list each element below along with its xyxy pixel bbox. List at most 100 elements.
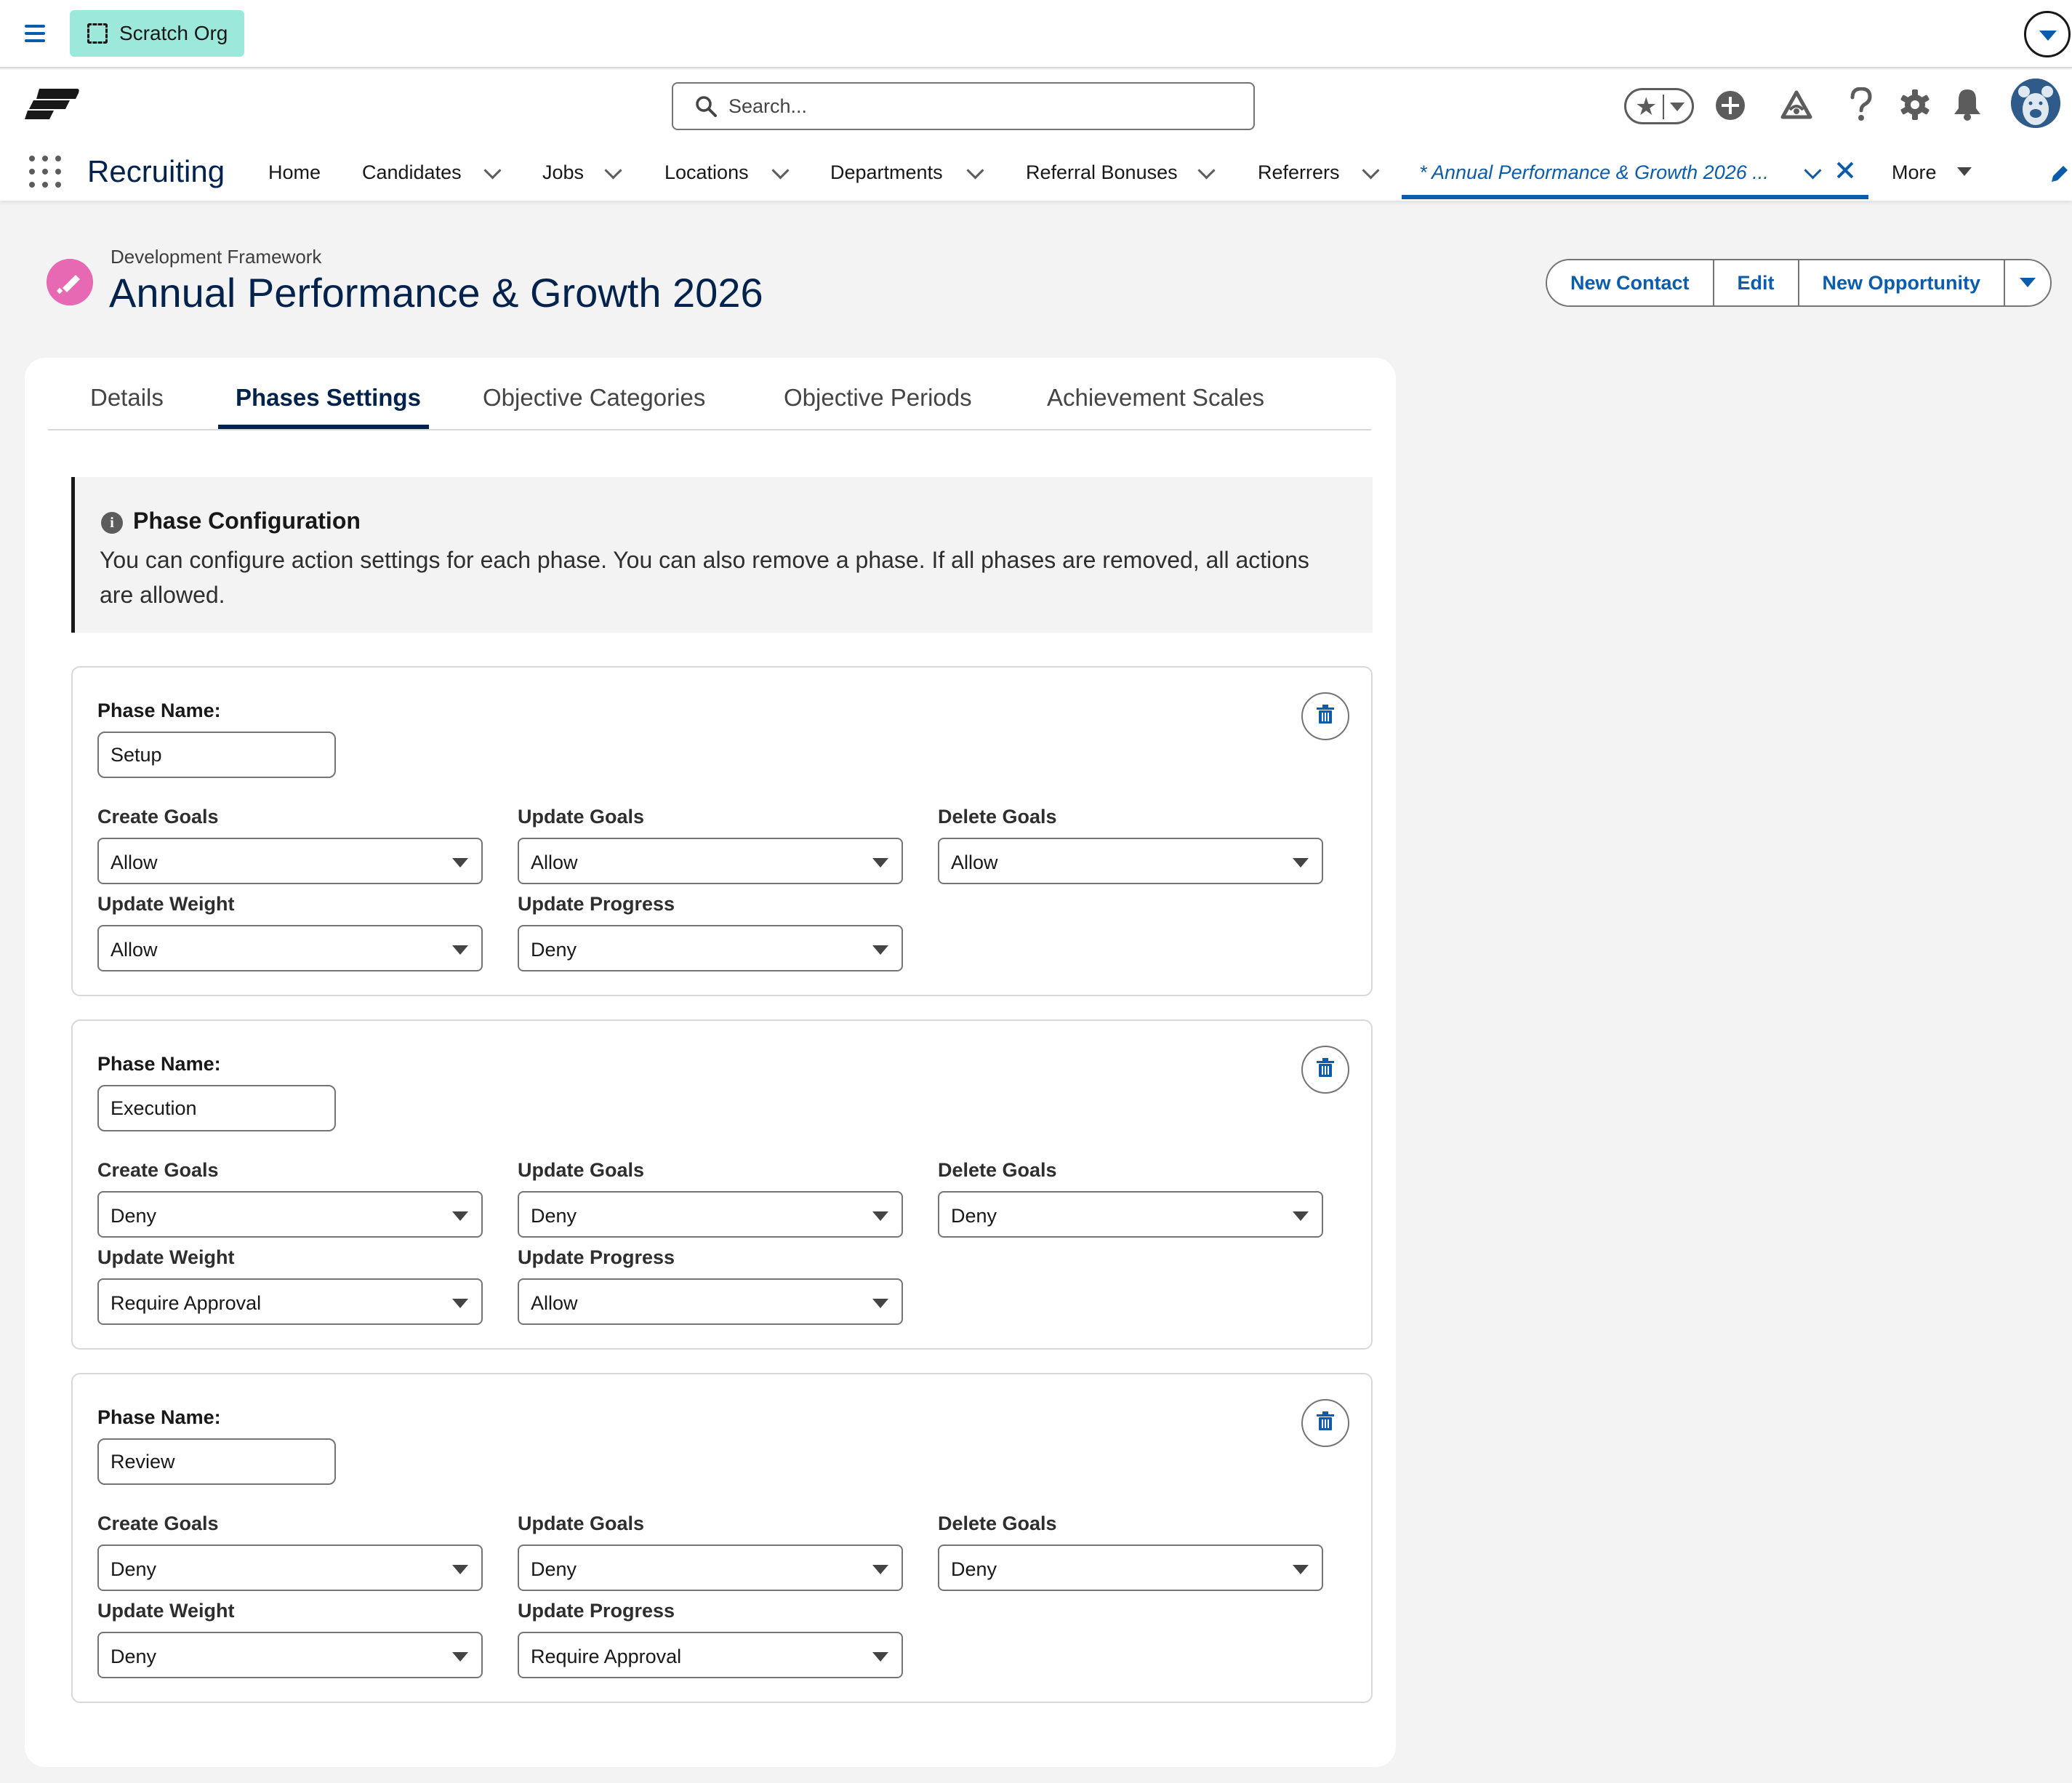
update-weight-select[interactable]: Deny <box>97 1632 483 1678</box>
update-progress-label: Update Progress <box>518 1600 675 1622</box>
caret-down-icon <box>452 1652 468 1662</box>
app-launcher-icon[interactable] <box>29 156 61 188</box>
create-goals-select[interactable]: Allow <box>97 838 483 884</box>
phase-name-input[interactable] <box>97 732 336 778</box>
delete-goals-select[interactable]: Deny <box>938 1544 1323 1591</box>
trash-icon <box>1317 1411 1334 1430</box>
create-goals-label: Create Goals <box>97 1159 219 1181</box>
chevron-down-icon[interactable] <box>772 164 788 180</box>
selected-value: Deny <box>951 1205 997 1227</box>
hamburger-icon[interactable] <box>23 22 48 47</box>
update-progress-label: Update Progress <box>518 1246 675 1268</box>
org-menu-dropdown-button[interactable] <box>2024 11 2071 57</box>
update-weight-label: Update Weight <box>97 1600 235 1622</box>
update-goals-select[interactable]: Allow <box>518 838 903 884</box>
caret-down-icon <box>872 858 888 868</box>
edit-button[interactable]: Edit <box>1714 260 1799 305</box>
delete-goals-select[interactable]: Deny <box>938 1191 1323 1238</box>
notifications-bell-icon[interactable] <box>1953 88 1982 121</box>
selected-value: Deny <box>951 1558 997 1580</box>
tab-objective-periods[interactable]: Objective Periods <box>784 384 972 412</box>
chevron-down-icon[interactable] <box>484 164 500 180</box>
update-progress-label: Update Progress <box>518 893 675 915</box>
phase-card-review: Phase Name: Create Goals Deny Update Goa… <box>71 1373 1373 1703</box>
more-dropdown-icon[interactable] <box>1957 167 1972 176</box>
chevron-down-icon[interactable] <box>1804 164 1820 180</box>
favorites-dropdown-icon[interactable] <box>1670 103 1684 111</box>
tab-achievement-scales[interactable]: Achievement Scales <box>1047 384 1264 412</box>
update-progress-select[interactable]: Deny <box>518 925 903 971</box>
scratch-org-badge[interactable]: Scratch Org <box>70 10 244 57</box>
selected-value: Deny <box>531 939 577 961</box>
record-type-label: Development Framework <box>111 246 322 268</box>
nav-item-active-record[interactable]: * Annual Performance & Growth 2026 ... <box>1419 161 1769 184</box>
phase-name-label: Phase Name: <box>97 1406 221 1428</box>
nav-item-referral-bonuses[interactable]: Referral Bonuses <box>1026 161 1178 184</box>
caret-down-icon <box>452 1565 468 1574</box>
update-weight-select[interactable]: Require Approval <box>97 1278 483 1325</box>
update-progress-select[interactable]: Allow <box>518 1278 903 1325</box>
phase-name-input[interactable] <box>97 1438 336 1485</box>
caret-down-icon <box>452 1211 468 1221</box>
active-tab-indicator <box>1402 195 1868 199</box>
help-icon[interactable] <box>1850 87 1873 122</box>
search-input[interactable] <box>728 95 1223 118</box>
tab-objective-categories[interactable]: Objective Categories <box>483 384 705 412</box>
delete-goals-label: Delete Goals <box>938 1512 1057 1534</box>
favorites-star-icon: ★ <box>1635 93 1658 121</box>
selected-value: Require Approval <box>531 1646 682 1667</box>
chevron-down-icon[interactable] <box>1198 164 1214 180</box>
nav-item-departments[interactable]: Departments <box>830 161 943 184</box>
update-progress-select[interactable]: Require Approval <box>518 1632 903 1678</box>
delete-goals-label: Delete Goals <box>938 806 1057 828</box>
nav-item-candidates[interactable]: Candidates <box>362 161 462 184</box>
create-goals-select[interactable]: Deny <box>97 1191 483 1238</box>
create-goals-select[interactable]: Deny <box>97 1544 483 1591</box>
info-icon: i <box>101 512 123 534</box>
nav-item-locations[interactable]: Locations <box>664 161 749 184</box>
selected-value: Allow <box>531 852 578 873</box>
record-actions: New Contact Edit New Opportunity <box>1546 259 2052 307</box>
phase-name-label: Phase Name: <box>97 700 221 721</box>
phase-name-input[interactable] <box>97 1085 336 1131</box>
more-actions-dropdown-button[interactable] <box>2005 260 2051 305</box>
user-avatar[interactable] <box>2011 79 2060 128</box>
update-goals-label: Update Goals <box>518 1512 645 1534</box>
delete-phase-button[interactable] <box>1301 1399 1349 1447</box>
new-contact-button[interactable]: New Contact <box>1547 260 1714 305</box>
chevron-down-icon[interactable] <box>967 164 983 180</box>
tab-phases-settings[interactable]: Phases Settings <box>236 384 421 412</box>
update-goals-label: Update Goals <box>518 1159 645 1181</box>
trailhead-icon[interactable] <box>1780 89 1813 121</box>
selected-value: Require Approval <box>111 1292 262 1314</box>
nav-item-jobs[interactable]: Jobs <box>542 161 584 184</box>
delete-phase-button[interactable] <box>1301 692 1349 740</box>
phase-configuration-info: i Phase Configuration You can configure … <box>71 477 1373 633</box>
update-weight-label: Update Weight <box>97 1246 235 1268</box>
app-name: Recruiting <box>87 154 225 188</box>
nav-item-home[interactable]: Home <box>268 161 321 184</box>
selected-value: Deny <box>531 1558 577 1580</box>
caret-down-icon <box>872 945 888 955</box>
record-tabs: Details Phases Settings Objective Catego… <box>48 381 1371 430</box>
close-tab-icon[interactable] <box>1835 160 1855 180</box>
update-goals-select[interactable]: Deny <box>518 1191 903 1238</box>
phase-name-label: Phase Name: <box>97 1053 221 1075</box>
nav-item-more[interactable]: More <box>1892 161 1937 184</box>
global-search[interactable] <box>672 82 1255 130</box>
delete-goals-select[interactable]: Allow <box>938 838 1323 884</box>
update-weight-select[interactable]: Allow <box>97 925 483 971</box>
caret-down-icon <box>872 1652 888 1662</box>
update-goals-select[interactable]: Deny <box>518 1544 903 1591</box>
add-icon[interactable] <box>1714 89 1746 121</box>
nav-item-referrers[interactable]: Referrers <box>1258 161 1340 184</box>
edit-nav-pencil-icon[interactable] <box>2049 164 2069 185</box>
new-opportunity-button[interactable]: New Opportunity <box>1799 260 2006 305</box>
chevron-down-icon[interactable] <box>605 164 621 180</box>
tab-details[interactable]: Details <box>90 384 164 412</box>
caret-down-icon <box>1293 1211 1309 1221</box>
setup-gear-icon[interactable] <box>1899 89 1931 121</box>
chevron-down-icon[interactable] <box>1362 164 1378 180</box>
favorites-button[interactable]: ★ <box>1624 88 1694 124</box>
delete-phase-button[interactable] <box>1301 1046 1349 1094</box>
